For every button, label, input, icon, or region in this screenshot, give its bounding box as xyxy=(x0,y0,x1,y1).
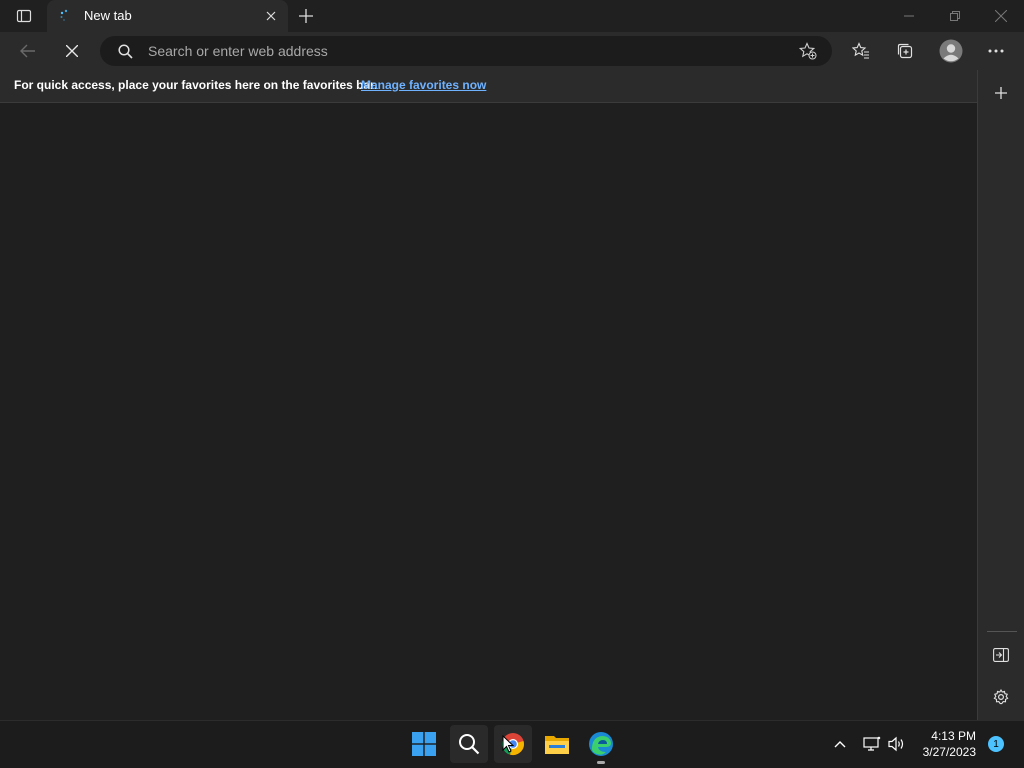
profile-button[interactable] xyxy=(935,35,967,67)
sidebar-divider xyxy=(987,631,1017,632)
sidebar-add-button[interactable] xyxy=(986,78,1016,108)
manage-favorites-link[interactable]: Manage favorites now xyxy=(361,78,486,92)
tab-strip: New tab xyxy=(0,0,1024,32)
volume-icon xyxy=(888,736,904,752)
taskbar-search-button[interactable] xyxy=(450,725,488,763)
file-explorer-taskbar-button[interactable] xyxy=(538,725,576,763)
stop-icon xyxy=(66,45,78,57)
star-add-icon xyxy=(799,42,817,60)
plus-icon xyxy=(299,9,313,23)
new-tab-button[interactable] xyxy=(292,2,320,30)
close-tab-button[interactable] xyxy=(261,6,281,26)
favorites-icon xyxy=(852,42,869,59)
plus-icon xyxy=(995,87,1007,99)
minimize-button[interactable] xyxy=(886,0,932,32)
mouse-cursor-icon xyxy=(502,735,514,753)
collections-icon xyxy=(897,43,913,59)
taskbar-date[interactable]: 3/27/2023 xyxy=(923,745,976,759)
notification-badge[interactable]: 1 xyxy=(988,736,1004,752)
file-explorer-icon xyxy=(545,736,569,754)
favorites-button[interactable] xyxy=(846,35,876,67)
restore-icon xyxy=(950,11,960,21)
loading-spinner-icon xyxy=(59,9,73,23)
start-button[interactable] xyxy=(405,725,443,763)
settings-and-more-button[interactable] xyxy=(982,35,1010,67)
start-icon xyxy=(412,732,436,756)
minimize-icon xyxy=(904,15,914,17)
tab-actions-icon xyxy=(16,9,32,23)
avatar-icon xyxy=(939,39,963,63)
back-button[interactable] xyxy=(12,35,44,67)
collections-button[interactable] xyxy=(890,35,920,67)
favorites-bar: For quick access, place your favorites h… xyxy=(0,70,977,103)
taskbar-time[interactable]: 4:13 PM xyxy=(931,729,976,743)
search-icon xyxy=(118,44,133,59)
tab-new-tab[interactable]: New tab xyxy=(47,0,288,32)
tab-title: New tab xyxy=(84,8,132,23)
stop-loading-button[interactable] xyxy=(56,35,88,67)
chevron-up-icon xyxy=(834,741,846,748)
more-icon xyxy=(988,49,1004,53)
gear-icon xyxy=(993,689,1009,705)
network-icon xyxy=(863,736,881,751)
close-icon xyxy=(266,11,276,21)
network-button[interactable] xyxy=(861,733,883,755)
edge-running-indicator xyxy=(597,761,605,764)
edge-icon xyxy=(589,732,613,756)
taskbar: 4:13 PM 3/27/2023 xyxy=(0,720,1024,768)
search-icon xyxy=(459,734,480,755)
restore-button[interactable] xyxy=(932,0,978,32)
close-window-icon xyxy=(995,10,1007,22)
add-favorite-button[interactable] xyxy=(796,40,820,62)
back-arrow-icon xyxy=(20,44,35,58)
hide-sidebar-button[interactable] xyxy=(986,640,1016,670)
edge-taskbar-button[interactable] xyxy=(582,725,620,763)
browser-toolbar: Search or enter web address xyxy=(0,32,1024,70)
tab-actions-button[interactable] xyxy=(8,0,40,32)
volume-button[interactable] xyxy=(885,733,909,755)
address-input-placeholder[interactable]: Search or enter web address xyxy=(148,43,328,59)
edge-sidebar xyxy=(977,70,1024,720)
page-content[interactable] xyxy=(0,103,977,720)
favorites-bar-message: For quick access, place your favorites h… xyxy=(14,78,378,92)
address-bar[interactable]: Search or enter web address xyxy=(100,36,832,66)
show-hidden-icons-button[interactable] xyxy=(829,733,851,755)
close-window-button[interactable] xyxy=(978,0,1024,32)
hide-sidebar-icon xyxy=(993,648,1009,662)
sidebar-settings-button[interactable] xyxy=(986,682,1016,712)
